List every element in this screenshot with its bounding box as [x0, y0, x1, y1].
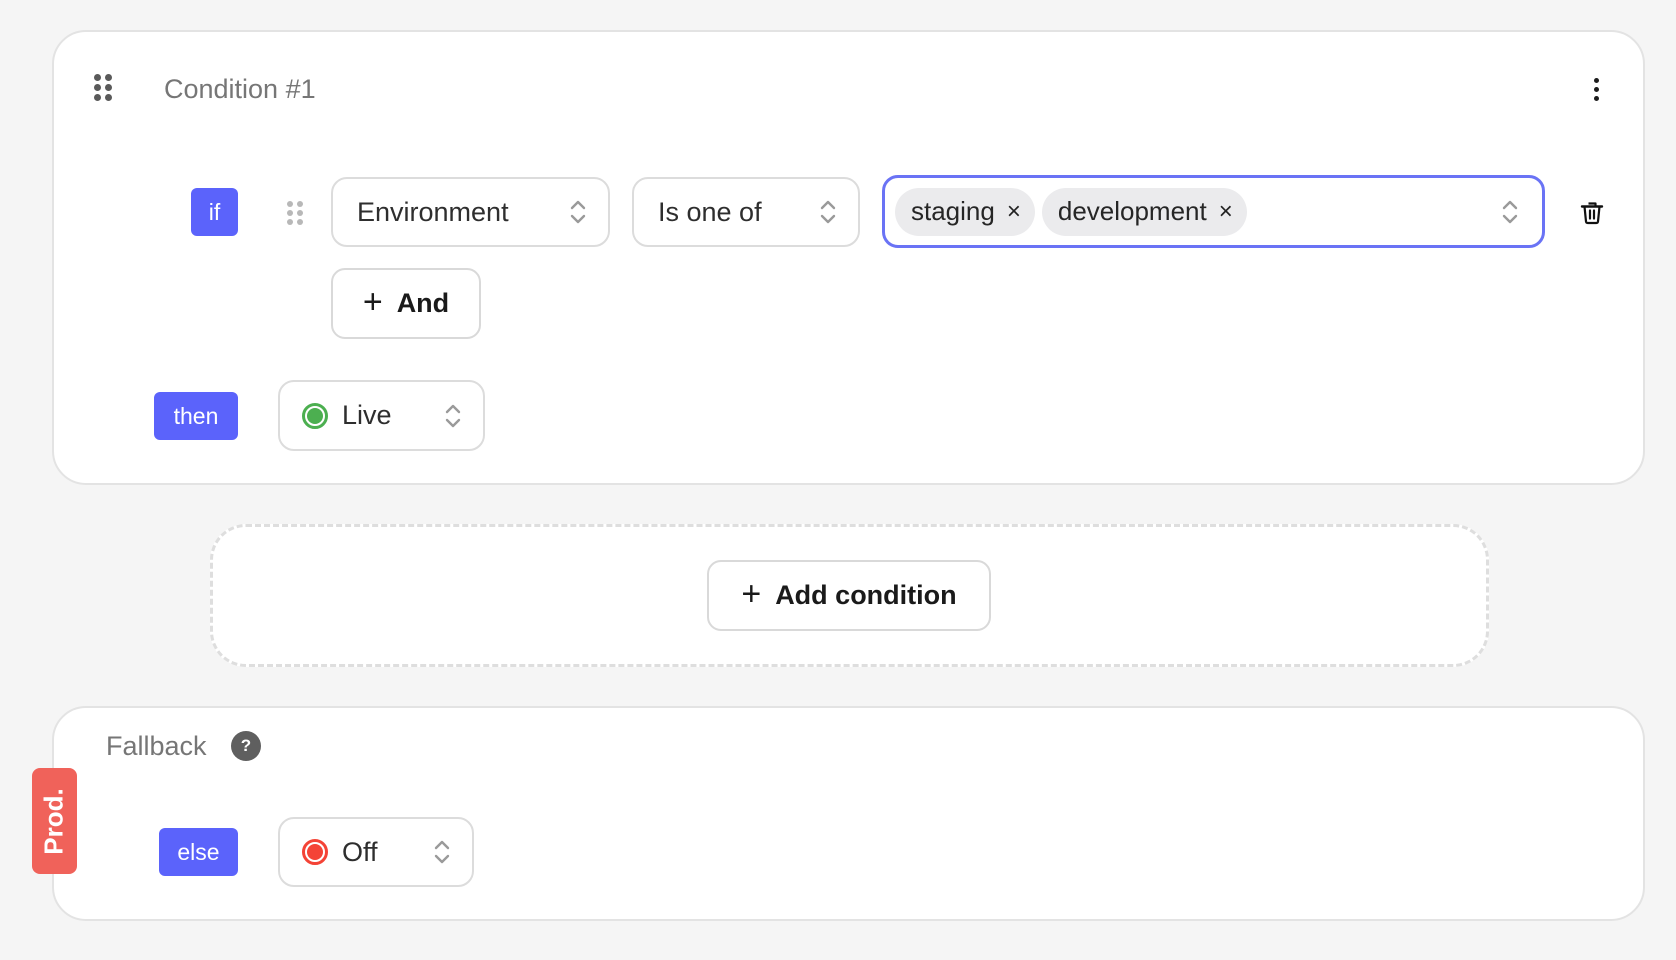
condition-title: Condition #1 — [164, 74, 316, 104]
if-badge: if — [191, 188, 238, 236]
chevron-up-down-icon — [445, 403, 461, 429]
add-condition-label: Add condition — [775, 580, 957, 610]
attribute-select-value: Environment — [357, 196, 509, 227]
chevron-up-down-icon — [434, 839, 450, 865]
operator-select[interactable]: Is one of — [632, 177, 860, 247]
value-chip-label: development — [1057, 196, 1207, 226]
then-badge: then — [154, 392, 238, 440]
then-value-select[interactable]: Live — [278, 380, 485, 451]
chevron-up-down-icon — [1502, 199, 1518, 225]
value-chip-label: staging — [911, 196, 995, 226]
help-icon[interactable]: ? — [231, 731, 261, 761]
value-chip: staging × — [895, 187, 1035, 236]
environment-tag: Prod. — [32, 768, 77, 874]
add-and-label: And — [396, 288, 450, 318]
kebab-menu-icon[interactable] — [1586, 78, 1606, 101]
chevron-up-down-icon — [820, 199, 836, 225]
plus-icon: + — [362, 283, 383, 321]
add-condition-button[interactable]: + Add condition — [707, 560, 991, 631]
rule-drag-handle-icon[interactable] — [287, 201, 303, 225]
live-status-icon — [302, 402, 328, 429]
off-status-icon — [302, 839, 328, 865]
value-chip: development × — [1041, 187, 1247, 236]
drag-handle-icon[interactable] — [94, 74, 112, 101]
then-value-label: Live — [342, 400, 392, 430]
remove-chip-icon[interactable]: × — [1219, 199, 1233, 224]
plus-icon: + — [741, 575, 762, 613]
trash-icon[interactable] — [1579, 199, 1605, 225]
add-and-button[interactable]: + And — [331, 268, 481, 339]
remove-chip-icon[interactable]: × — [1007, 199, 1021, 224]
operator-select-value: Is one of — [658, 196, 762, 227]
environment-tag-label: Prod. — [39, 787, 70, 855]
fallback-card — [52, 706, 1645, 921]
fallback-title: Fallback — [106, 731, 207, 761]
attribute-select[interactable]: Environment — [331, 177, 610, 247]
else-value-select[interactable]: Off — [278, 817, 474, 887]
values-multiselect[interactable]: staging × development × — [882, 175, 1545, 248]
else-value-label: Off — [342, 836, 378, 867]
chevron-up-down-icon — [570, 199, 586, 225]
else-badge: else — [159, 828, 238, 876]
